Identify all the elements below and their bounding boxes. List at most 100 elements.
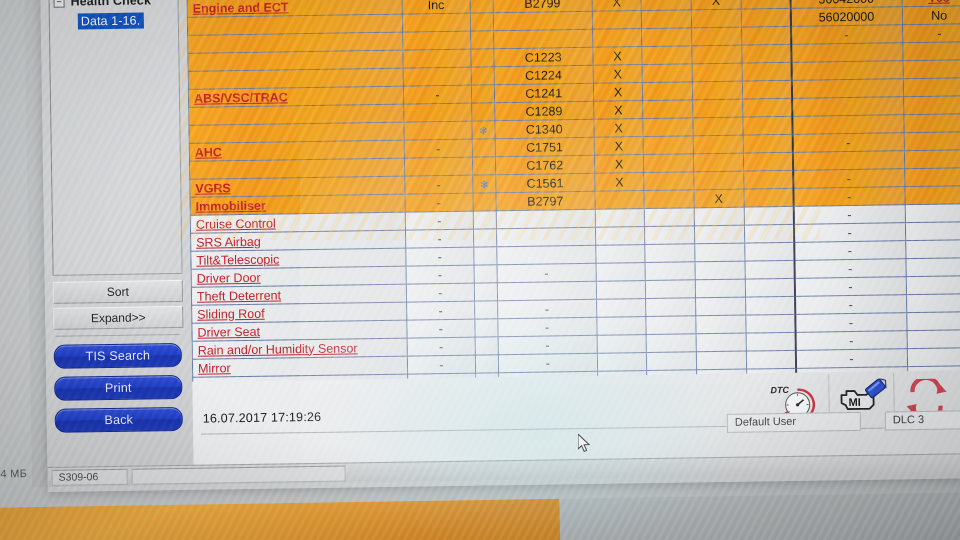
- cell-update: [903, 131, 960, 151]
- cell-monitor: -: [405, 211, 474, 231]
- tree-child-row[interactable]: Data 1-16.: [77, 11, 178, 30]
- cell-test-fail: [742, 134, 793, 154]
- cell-curr-conf: [596, 280, 646, 300]
- cell-hist: [695, 315, 746, 334]
- cell-update: [903, 149, 960, 169]
- cell-flag: [472, 138, 496, 158]
- connection-label: DLC 3: [892, 413, 925, 427]
- cell-dtc: [493, 29, 593, 49]
- cell-hist: [692, 81, 743, 100]
- cell-curr-conf: X: [593, 100, 644, 120]
- cell-calibration: -: [795, 330, 907, 351]
- cell-calibration: -: [792, 132, 904, 153]
- cell-calibration: -: [794, 276, 907, 297]
- cell-hist: [696, 351, 747, 370]
- sidebar-divider: [55, 333, 180, 337]
- back-button[interactable]: Back: [54, 406, 183, 433]
- cell-calibration: -: [790, 24, 903, 45]
- cell-monitor: -: [403, 139, 473, 159]
- cell-flag: [472, 192, 496, 212]
- cell-hist: [692, 99, 743, 118]
- cell-flag: [475, 354, 499, 374]
- cell-update: [906, 293, 960, 313]
- cell-update: -: [902, 23, 960, 43]
- cell-test-fail: [741, 62, 792, 82]
- cell-pend: [645, 297, 696, 317]
- cell-calibration: -: [795, 348, 908, 369]
- cell-hist: [693, 153, 744, 172]
- cell-flag: [473, 210, 497, 230]
- print-button[interactable]: Print: [54, 374, 183, 401]
- cell-calibration: -: [793, 222, 906, 243]
- cell-monitor: [403, 103, 472, 123]
- sidebar: − Health Check Data 1-16. Sort Expand>> …: [40, 0, 195, 467]
- cell-dtc: [492, 11, 593, 31]
- cell-flag: [473, 228, 497, 248]
- expand-button[interactable]: Expand>>: [53, 305, 184, 330]
- tree-root-row[interactable]: − Health Check: [49, 0, 177, 11]
- cell-dtc: C1224: [493, 65, 594, 85]
- data-tree[interactable]: − Health Check Data 1-16.: [48, 0, 183, 276]
- cell-dtc: [496, 281, 597, 301]
- cell-update: [906, 329, 960, 349]
- cell-update: [903, 113, 960, 133]
- cell-calibration: [791, 114, 904, 135]
- cell-curr-conf: [592, 28, 643, 48]
- cell-monitor: -: [406, 283, 475, 303]
- cell-hist: [693, 171, 744, 190]
- cell-curr-conf: [596, 334, 647, 354]
- cell-calibration: -: [794, 294, 907, 315]
- cell-flag: [475, 336, 499, 356]
- cell-hist: [692, 117, 743, 136]
- cell-dtc: -: [497, 335, 598, 355]
- collapse-expander-icon[interactable]: −: [53, 0, 65, 8]
- svg-text:MI: MI: [849, 397, 861, 409]
- cell-test-fail: [743, 206, 794, 226]
- cell-update: [905, 257, 960, 277]
- svg-text:DTC: DTC: [770, 385, 789, 395]
- cell-calibration: -: [792, 186, 905, 207]
- tree-selected-item[interactable]: Data 1-16.: [77, 12, 145, 30]
- cell-update: [902, 41, 960, 61]
- cell-curr-conf: [596, 298, 647, 318]
- cell-hist: [694, 225, 745, 244]
- cell-pend: [642, 81, 693, 101]
- cell-flag: [473, 246, 497, 266]
- cell-dtc: C1340: [494, 119, 594, 139]
- cell-monitor: Inc: [401, 0, 471, 15]
- cell-curr-conf: [595, 244, 646, 264]
- sort-button[interactable]: Sort: [52, 279, 184, 304]
- cell-flag: [474, 300, 498, 320]
- cell-monitor: [402, 67, 472, 87]
- cell-curr-conf: X: [592, 64, 643, 84]
- cell-pend: [646, 351, 697, 371]
- cell-test-fail: [744, 242, 795, 262]
- cell-curr-conf: [595, 262, 646, 282]
- cell-pend: [645, 243, 695, 263]
- cell-curr-conf: [597, 352, 647, 372]
- tis-search-button[interactable]: TIS Search: [53, 342, 182, 369]
- cell-pend: [643, 135, 694, 155]
- cell-calibration: 56020000: [790, 6, 903, 27]
- cell-test-fail: [742, 152, 793, 172]
- cell-dtc: -: [497, 317, 597, 337]
- health-check-table-container[interactable]: System MonitorStatus DTC CurrConf Pend H…: [185, 0, 960, 382]
- cell-update: [905, 239, 960, 259]
- cell-monitor: -: [406, 337, 476, 357]
- cell-pend: [642, 45, 692, 65]
- cell-dtc: [496, 227, 596, 247]
- cell-hist: [695, 279, 746, 298]
- cell-monitor: [402, 13, 471, 33]
- cell-test-fail: [742, 98, 792, 118]
- cell-calibration: [791, 96, 904, 117]
- cell-test-fail: [744, 278, 795, 298]
- cell-pend: [646, 315, 696, 335]
- cell-hist: [691, 27, 742, 46]
- cell-hist: X: [693, 189, 744, 208]
- cell-test-fail: [745, 296, 795, 316]
- cell-pend: [644, 207, 695, 227]
- cell-flag: [471, 84, 495, 104]
- user-field: Default User: [726, 411, 862, 433]
- status-spare-cell: [131, 465, 346, 485]
- cell-hist: [695, 297, 746, 316]
